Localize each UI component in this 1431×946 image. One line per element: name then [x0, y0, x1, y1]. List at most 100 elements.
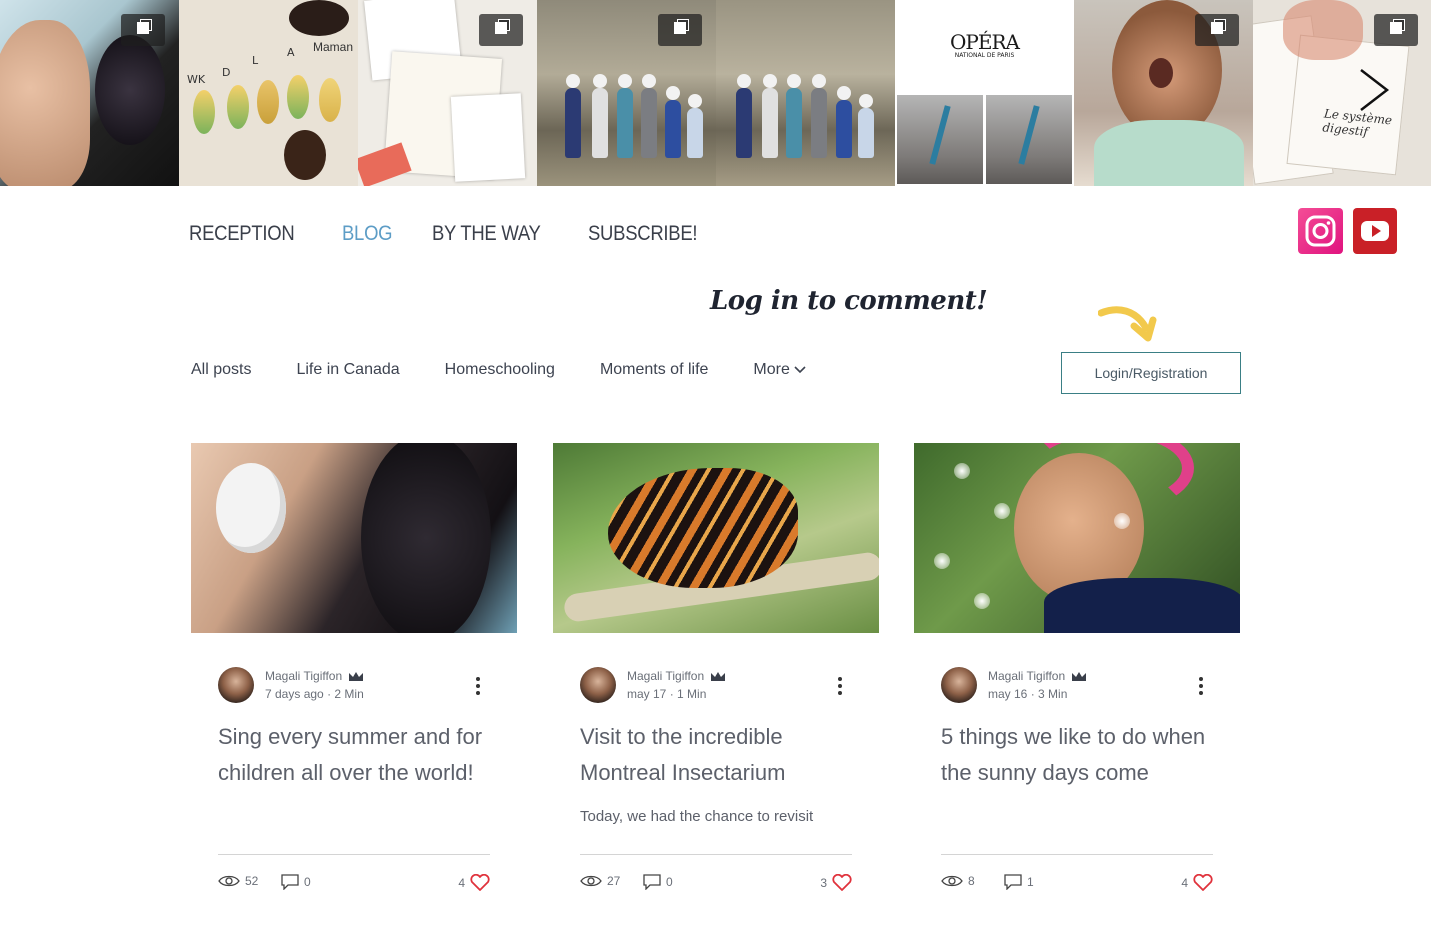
comments-count[interactable]: 0	[281, 874, 311, 890]
youtube-icon[interactable]	[1353, 208, 1397, 254]
category-moments-of-life[interactable]: Moments of life	[600, 361, 708, 379]
instagram-icon[interactable]	[1298, 208, 1343, 254]
handwritten-letter: L	[252, 54, 259, 67]
handwritten-letter: D	[222, 66, 231, 79]
eye-icon	[580, 875, 602, 887]
read-time: 1 Min	[677, 687, 707, 701]
photo-shape	[289, 0, 349, 36]
post-title[interactable]: Visit to the incredible Montreal Insecta…	[580, 719, 852, 791]
chevron-right-icon[interactable]	[1357, 68, 1391, 112]
multi-image-icon	[121, 14, 165, 46]
post-card[interactable]: Magali Tigiffon 7 days ago · 2 Min Sing …	[191, 443, 517, 946]
nav-item-reception[interactable]: RECEPTION	[189, 222, 295, 246]
gallery-tile[interactable]: Maman WK D L A	[179, 0, 358, 186]
gallery-tile[interactable]	[358, 0, 537, 186]
comments-count[interactable]: 1	[1004, 874, 1034, 890]
photo-shape	[287, 75, 309, 119]
avatar[interactable]	[580, 667, 616, 703]
post-date: 7 days ago	[265, 687, 324, 701]
photo-shape	[450, 93, 526, 182]
avatar[interactable]	[218, 667, 254, 703]
more-options-icon[interactable]	[476, 677, 480, 695]
post-date: may 16	[988, 687, 1028, 701]
crown-icon	[1072, 671, 1087, 681]
photo-shape	[227, 85, 249, 129]
photo-shape	[811, 74, 827, 158]
post-stats: 52 0 4	[218, 874, 490, 894]
post-meta: Magali Tigiffon may 16 · 3 Min	[941, 667, 1213, 707]
heart-icon	[832, 874, 852, 891]
gallery-tile[interactable]	[1074, 0, 1253, 186]
photo-shape	[592, 74, 608, 158]
crown-icon	[349, 671, 364, 681]
gallery-tile[interactable]: OPÉRA NATIONAL DE PARIS	[895, 0, 1074, 186]
photo-shape	[358, 142, 412, 186]
photo-shape	[665, 86, 681, 158]
multi-image-icon	[658, 14, 702, 46]
views-count: 52	[218, 874, 258, 888]
post-title[interactable]: 5 things we like to do when the sunny da…	[941, 719, 1213, 791]
photo-shape	[954, 463, 970, 479]
category-all-posts[interactable]: All posts	[191, 361, 251, 379]
more-options-icon[interactable]	[838, 677, 842, 695]
eye-icon	[941, 875, 963, 887]
author-row: Magali Tigiffon	[988, 669, 1087, 683]
photo-shape	[934, 553, 950, 569]
instagram-gallery: Maman WK D L A OPÉRA NATIONAL DE PARIS L…	[0, 0, 1431, 186]
category-menu: All posts Life in Canada Homeschooling M…	[191, 361, 851, 379]
likes-button[interactable]: 4	[1181, 874, 1213, 891]
heart-icon	[470, 874, 490, 891]
post-excerpt	[218, 805, 490, 839]
post-cover-image[interactable]	[191, 443, 517, 633]
post-date-row: may 17 · 1 Min	[627, 687, 707, 701]
divider	[941, 854, 1213, 855]
read-time: 3 Min	[1038, 687, 1068, 701]
avatar[interactable]	[941, 667, 977, 703]
post-stats: 8 1 4	[941, 874, 1213, 894]
photo-shape	[641, 74, 657, 158]
photo-shape	[986, 95, 1072, 184]
comments-count[interactable]: 0	[643, 874, 673, 890]
post-meta: Magali Tigiffon may 17 · 1 Min	[580, 667, 852, 707]
post-title[interactable]: Sing every summer and for children all o…	[218, 719, 490, 791]
divider	[580, 854, 852, 855]
author-row: Magali Tigiffon	[627, 669, 726, 683]
author-name[interactable]: Magali Tigiffon	[988, 669, 1065, 683]
post-date: may 17	[627, 687, 667, 701]
login-registration-button[interactable]: Login/Registration	[1061, 352, 1241, 394]
nav-item-subscribe[interactable]: SUBSCRIBE!	[588, 222, 698, 246]
nav-item-blog[interactable]: BLOG	[342, 222, 393, 246]
nav-item-by-the-way[interactable]: BY THE WAY	[432, 222, 541, 246]
post-meta: Magali Tigiffon 7 days ago · 2 Min	[218, 667, 490, 707]
category-homeschooling[interactable]: Homeschooling	[445, 361, 555, 379]
photo-shape	[1094, 120, 1244, 186]
post-card[interactable]: Magali Tigiffon may 17 · 1 Min Visit to …	[553, 443, 879, 946]
likes-button[interactable]: 4	[458, 874, 490, 891]
heart-icon	[1193, 874, 1213, 891]
post-stats: 27 0 3	[580, 874, 852, 894]
photo-shape	[608, 468, 798, 588]
post-card[interactable]: Magali Tigiffon may 16 · 3 Min 5 things …	[914, 443, 1240, 946]
category-more-dropdown[interactable]: More	[753, 361, 806, 379]
opera-logo: OPÉRA	[950, 30, 1020, 54]
gallery-tile[interactable]	[0, 0, 179, 186]
crown-icon	[711, 671, 726, 681]
category-life-in-canada[interactable]: Life in Canada	[296, 361, 399, 379]
post-cover-image[interactable]	[553, 443, 879, 633]
gallery-tile[interactable]: Le système digestif	[1253, 0, 1431, 186]
post-cover-image[interactable]	[914, 443, 1240, 633]
photo-shape	[193, 90, 215, 134]
likes-button[interactable]: 3	[820, 874, 852, 891]
views-count: 8	[941, 874, 975, 888]
photo-shape	[736, 74, 752, 158]
opera-logo-subtitle: NATIONAL DE PARIS	[954, 52, 1015, 59]
author-name[interactable]: Magali Tigiffon	[627, 669, 704, 683]
photo-shape	[319, 78, 341, 122]
more-options-icon[interactable]	[1199, 677, 1203, 695]
eye-icon	[218, 875, 240, 887]
gallery-tile[interactable]	[716, 0, 895, 186]
gallery-tile[interactable]	[537, 0, 716, 186]
main-nav: RECEPTION BLOG BY THE WAY SUBSCRIBE!	[189, 222, 713, 246]
author-name[interactable]: Magali Tigiffon	[265, 669, 342, 683]
photo-shape	[1283, 0, 1363, 60]
